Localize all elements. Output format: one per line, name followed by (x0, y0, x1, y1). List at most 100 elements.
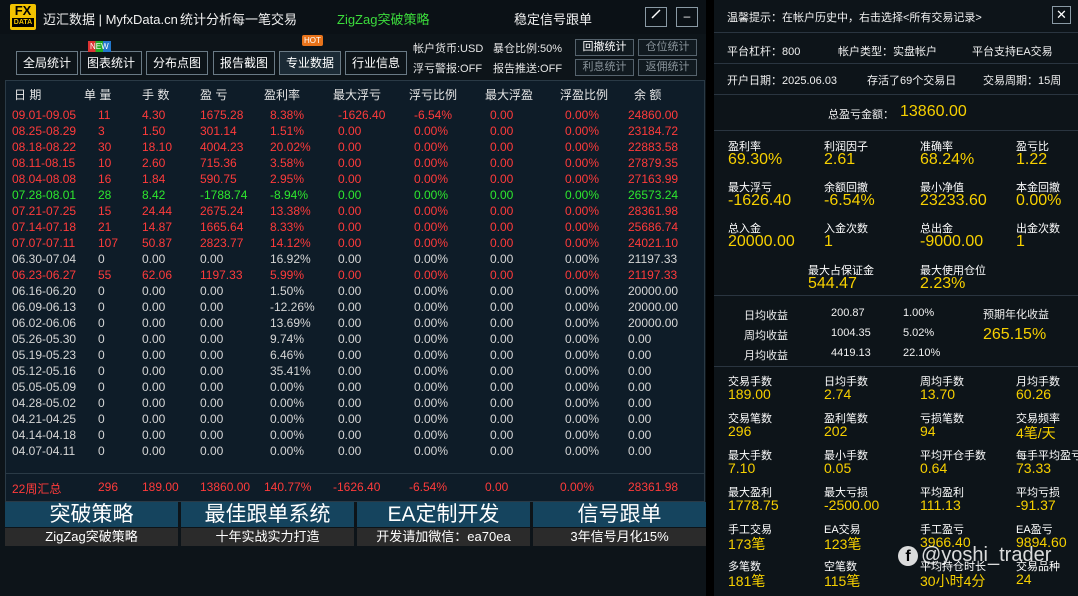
promo-copy-trading[interactable]: 最佳跟单系统 (181, 502, 354, 527)
tab-pro-data[interactable]: 专业数据 (279, 51, 342, 75)
income-label: 日均收益 (744, 310, 788, 322)
table-cell: 0.00% (565, 284, 600, 298)
table-cell: 0.00% (565, 268, 600, 282)
interest-stats-button[interactable]: 利息统计 (575, 59, 634, 76)
trade-cycle: 交易周期：15周 (983, 75, 1062, 87)
table-cell: 0.00 (490, 188, 514, 202)
table-cell: 0.00 (628, 412, 652, 426)
table-row: 04.07-04.11 0 0.00 0.00 0.00% 0.00 0.00% 0.00 0.… (6, 443, 704, 459)
income-pct: 1.00% (903, 307, 935, 319)
table-cell: 0.00 (490, 300, 514, 314)
table-cell: 0.00 (490, 220, 514, 234)
header-date: 日 期 (14, 88, 42, 102)
table-cell: 0.00% (565, 316, 600, 330)
table-cell: 0.00 (338, 412, 362, 426)
summary-cell: 189.00 (142, 480, 179, 494)
table-cell: 1.84 (142, 172, 166, 186)
table-row: 05.12-05.16 0 0.00 0.00 35.41% 0.00 0.00% 0.00 0… (6, 363, 704, 379)
table-cell: 0.00 (338, 188, 362, 202)
table-cell: 1197.33 (200, 268, 243, 282)
table-cell: 8.33% (270, 220, 305, 234)
minimize-button[interactable]: – (676, 7, 698, 27)
table-cell: 06.23-06.27 (12, 268, 77, 282)
tab-industry-info[interactable]: 行业信息 (345, 51, 408, 75)
table-cell: 0.00% (565, 140, 600, 154)
table-cell: 0.00% (414, 300, 449, 314)
table-cell: 09.01-09.05 (12, 108, 77, 122)
table-cell: 0.00% (565, 364, 600, 378)
table-cell: 13.38% (270, 204, 311, 218)
metric-value: 181笔 (728, 573, 766, 589)
tab-global-stats[interactable]: 全局统计 (16, 51, 79, 75)
header-max-float-loss: 最大浮亏 (333, 88, 382, 102)
table-cell: 4004.23 (200, 140, 244, 154)
tip-text: 温馨提示：在帐户历史中，右击选择<所有交易记录> (727, 12, 982, 24)
table-cell: 21197.33 (628, 268, 678, 282)
metric-value: -1626.40 (728, 192, 792, 209)
table-cell: 0.00 (338, 252, 362, 266)
table-row: 08.25-08.29 3 1.50 301.14 1.51% 0.00 0.00% 0.00… (6, 123, 704, 139)
income-pct: 22.10% (903, 347, 941, 359)
table-cell: 0.00 (490, 268, 514, 282)
table-cell: 0.00 (338, 204, 362, 218)
table-cell: 0.00 (628, 444, 652, 458)
fxdata-logo: FX DATA (10, 4, 36, 30)
tab-chart-stats[interactable]: 图表统计 (80, 51, 143, 75)
promo-signal-copy[interactable]: 信号跟单 (533, 502, 706, 527)
watermark-text: @yoshi_trader (921, 544, 1052, 566)
total-pl-value: 13860.00 (900, 103, 967, 120)
tab-report-screenshot[interactable]: 报告截图 (213, 51, 276, 75)
table-cell: 0.00 (200, 252, 224, 266)
table-cell: 6.46% (270, 348, 305, 362)
edit-button[interactable] (645, 7, 667, 27)
table-cell: 0.00% (565, 188, 600, 202)
table-cell: 11 (98, 108, 111, 122)
table-row: 07.07-07.11 107 50.87 2823.77 14.12% 0.00 0.00… (6, 235, 704, 251)
metric-value: 73.33 (1016, 460, 1052, 476)
table-cell: 0.00 (628, 348, 652, 362)
table-cell: 0 (98, 396, 105, 410)
position-stats-button[interactable]: 仓位统计 (638, 39, 697, 56)
table-cell: 301.14 (200, 124, 237, 138)
tab-distribution-chart[interactable]: 分布点图 (146, 51, 209, 75)
table-cell: 0.00% (414, 444, 449, 458)
header-lots: 手 数 (142, 88, 170, 102)
table-cell: 0 (98, 300, 105, 314)
table-cell: 0.00% (565, 204, 600, 218)
table-cell: 0.00 (142, 380, 166, 394)
table-cell: 0.00 (338, 332, 362, 346)
table-cell: 0.00% (565, 444, 600, 458)
table-cell: 715.36 (200, 156, 237, 170)
strategy-title: ZigZag突破策略 (337, 12, 430, 27)
promo-breakout-strategy[interactable]: 突破策略 (5, 502, 178, 527)
table-cell: 0.00 (628, 364, 652, 378)
promo-ea-development[interactable]: EA定制开发 (357, 502, 530, 527)
table-cell: 13.69% (270, 316, 311, 330)
metric-value: 1778.75 (728, 497, 779, 513)
table-cell: -1788.74 (200, 188, 248, 202)
table-cell: 25686.74 (628, 220, 679, 234)
table-cell: 21 (98, 220, 112, 234)
table-cell: 0.00 (490, 348, 514, 362)
table-cell: 0.00 (338, 316, 362, 330)
table-cell: 0.00 (490, 140, 514, 154)
table-cell: 0.00% (270, 412, 305, 426)
leverage: 平台杠杆：800 (727, 46, 801, 58)
close-icon[interactable]: ✕ (1052, 6, 1071, 24)
header-profit-rate: 盈利率 (264, 88, 301, 102)
drawdown-stats-button[interactable]: 回撤统计 (575, 39, 634, 56)
logo-fx-text: FX (14, 3, 32, 18)
table-row: 08.11-08.15 10 2.60 715.36 3.58% 0.00 0.00% 0.0… (6, 155, 704, 171)
metric-value: 2.23% (920, 275, 966, 292)
table-cell: 0.00 (142, 300, 166, 314)
summary-cell: 13860.00 (200, 480, 251, 494)
table-cell: 0.00% (565, 348, 600, 362)
watermark: f @yoshi_trader (898, 544, 1051, 567)
rebate-stats-button[interactable]: 返佣统计 (638, 59, 697, 76)
table-cell: -6.54% (414, 108, 453, 122)
table-cell: 0.00 (338, 380, 362, 394)
table-cell: 0.00 (490, 156, 514, 170)
header-orders: 单 量 (84, 88, 112, 102)
table-cell: 07.28-08.01 (12, 188, 77, 202)
table-cell: 0.00 (142, 284, 166, 298)
